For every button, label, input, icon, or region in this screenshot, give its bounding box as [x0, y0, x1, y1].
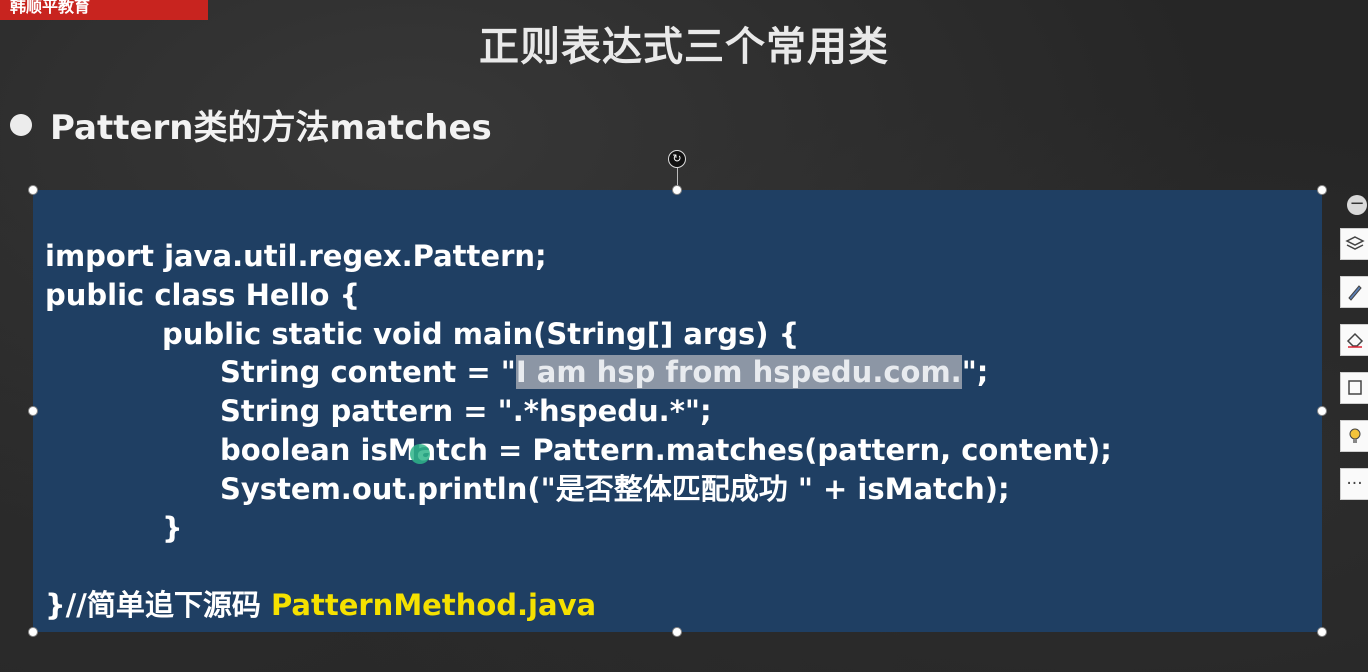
code-text: }//简单追下源码	[45, 588, 271, 623]
layers-icon[interactable]	[1340, 228, 1368, 260]
resize-handle-top[interactable]	[672, 185, 682, 195]
code-line: boolean isMatch = Pattern.matches(patter…	[220, 432, 1112, 467]
crop-icon[interactable]	[1340, 372, 1368, 404]
resize-handle-bottom[interactable]	[672, 627, 682, 637]
code-line: public static void main(String[] args) {	[162, 316, 800, 351]
resize-handle-bottom-left[interactable]	[28, 627, 38, 637]
code-line: String content = "I am hsp from hspedu.c…	[45, 353, 1112, 392]
bullet-text: Pattern类的方法matches	[50, 108, 492, 148]
code-line: }//简单追下源码 PatternMethod.java	[45, 586, 1112, 625]
resize-handle-top-left[interactable]	[28, 185, 38, 195]
resize-handle-bottom-right[interactable]	[1317, 627, 1327, 637]
resize-handle-left[interactable]	[28, 406, 38, 416]
code-line: import java.util.regex.Pattern;	[45, 239, 547, 273]
minus-icon[interactable]: −	[1347, 195, 1367, 215]
bullet-point: Pattern类的方法matches	[10, 100, 492, 149]
lightbulb-icon[interactable]	[1340, 420, 1368, 452]
resize-handle-right[interactable]	[1317, 406, 1327, 416]
code-line: }	[162, 510, 183, 545]
resize-handle-top-right[interactable]	[1317, 185, 1327, 195]
rotate-handle-icon[interactable]: ↻	[668, 150, 686, 168]
code-line: String pattern = ".*hspedu.*";	[220, 394, 712, 429]
code-text: ";	[961, 355, 989, 390]
code-block[interactable]: import java.util.regex.Pattern; public c…	[33, 190, 1322, 632]
mouse-cursor-icon	[410, 444, 430, 464]
code-text: String content = "	[220, 355, 516, 390]
code-content: import java.util.regex.Pattern; public c…	[45, 237, 1112, 625]
more-icon[interactable]: ···	[1340, 468, 1368, 500]
eraser-icon[interactable]	[1340, 324, 1368, 356]
file-name-highlight: PatternMethod.java	[270, 588, 597, 623]
code-line: System.out.println("是否整体匹配成功 " + isMatch…	[220, 471, 1010, 506]
pen-icon[interactable]	[1340, 276, 1368, 308]
selected-text[interactable]: I am hsp from hspedu.com.	[515, 355, 962, 390]
slide-title: 正则表达式三个常用类	[479, 24, 889, 70]
code-line: public class Hello {	[45, 277, 361, 312]
bullet-dot-icon	[10, 113, 32, 136]
